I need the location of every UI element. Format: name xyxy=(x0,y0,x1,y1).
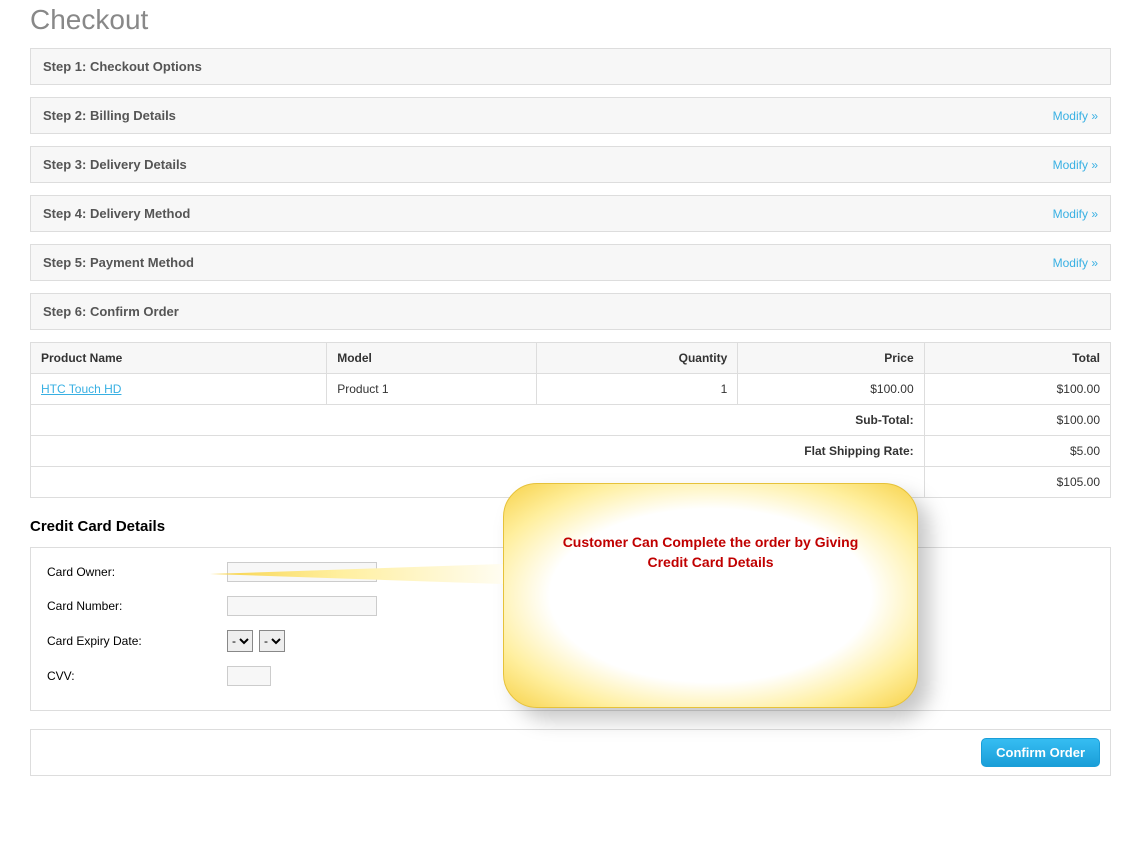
step-6-panel: Step 6: Confirm Order xyxy=(30,293,1111,330)
cvv-input[interactable] xyxy=(227,666,271,686)
step-1-title: Step 1: Checkout Options xyxy=(43,59,202,74)
step-2-panel[interactable]: Step 2: Billing Details Modify » xyxy=(30,97,1111,134)
col-model: Model xyxy=(327,343,536,374)
summary-row-subtotal: Sub-Total: $100.00 xyxy=(31,405,1111,436)
step-3-modify-link[interactable]: Modify » xyxy=(1053,158,1098,172)
col-total: Total xyxy=(924,343,1110,374)
col-product: Product Name xyxy=(31,343,327,374)
cc-owner-label: Card Owner: xyxy=(47,565,227,579)
step-1-panel[interactable]: Step 1: Checkout Options xyxy=(30,48,1111,85)
cc-heading: Credit Card Details xyxy=(30,518,1111,535)
cell-qty: 1 xyxy=(536,374,738,405)
grand-label xyxy=(31,467,925,498)
cc-expiry-label: Card Expiry Date: xyxy=(47,634,227,648)
cc-details-box: Card Owner: Card Number: Card Expiry Dat… xyxy=(30,547,1111,711)
step-5-title: Step 5: Payment Method xyxy=(43,255,194,270)
step-2-modify-link[interactable]: Modify » xyxy=(1053,109,1098,123)
col-price: Price xyxy=(738,343,924,374)
summary-row-shipping: Flat Shipping Rate: $5.00 xyxy=(31,436,1111,467)
step-6-title: Step 6: Confirm Order xyxy=(43,304,179,319)
grand-value: $105.00 xyxy=(924,467,1110,498)
page-title: Checkout xyxy=(30,4,1111,36)
cc-cvv-label: CVV: xyxy=(47,669,227,683)
expiry-year-select[interactable]: - xyxy=(259,630,285,652)
col-qty: Quantity xyxy=(536,343,738,374)
product-link[interactable]: HTC Touch HD xyxy=(41,382,121,396)
step-5-modify-link[interactable]: Modify » xyxy=(1053,256,1098,270)
order-summary-table: Product Name Model Quantity Price Total … xyxy=(30,342,1111,498)
expiry-month-select[interactable]: - xyxy=(227,630,253,652)
step-4-panel[interactable]: Step 4: Delivery Method Modify » xyxy=(30,195,1111,232)
card-number-input[interactable] xyxy=(227,596,377,616)
card-owner-input[interactable] xyxy=(227,562,377,582)
step-5-panel[interactable]: Step 5: Payment Method Modify » xyxy=(30,244,1111,281)
table-row: HTC Touch HD Product 1 1 $100.00 $100.00 xyxy=(31,374,1111,405)
step-3-title: Step 3: Delivery Details xyxy=(43,157,187,172)
summary-row-grand: $105.00 xyxy=(31,467,1111,498)
subtotal-value: $100.00 xyxy=(924,405,1110,436)
cell-price: $100.00 xyxy=(738,374,924,405)
step-2-title: Step 2: Billing Details xyxy=(43,108,176,123)
shipping-label: Flat Shipping Rate: xyxy=(31,436,925,467)
subtotal-label: Sub-Total: xyxy=(31,405,925,436)
step-4-modify-link[interactable]: Modify » xyxy=(1053,207,1098,221)
cell-total: $100.00 xyxy=(924,374,1110,405)
confirm-bar: Confirm Order xyxy=(30,729,1111,776)
shipping-value: $5.00 xyxy=(924,436,1110,467)
cc-number-label: Card Number: xyxy=(47,599,227,613)
confirm-order-button[interactable]: Confirm Order xyxy=(981,738,1100,767)
cell-model: Product 1 xyxy=(327,374,536,405)
step-4-title: Step 4: Delivery Method xyxy=(43,206,190,221)
step-3-panel[interactable]: Step 3: Delivery Details Modify » xyxy=(30,146,1111,183)
